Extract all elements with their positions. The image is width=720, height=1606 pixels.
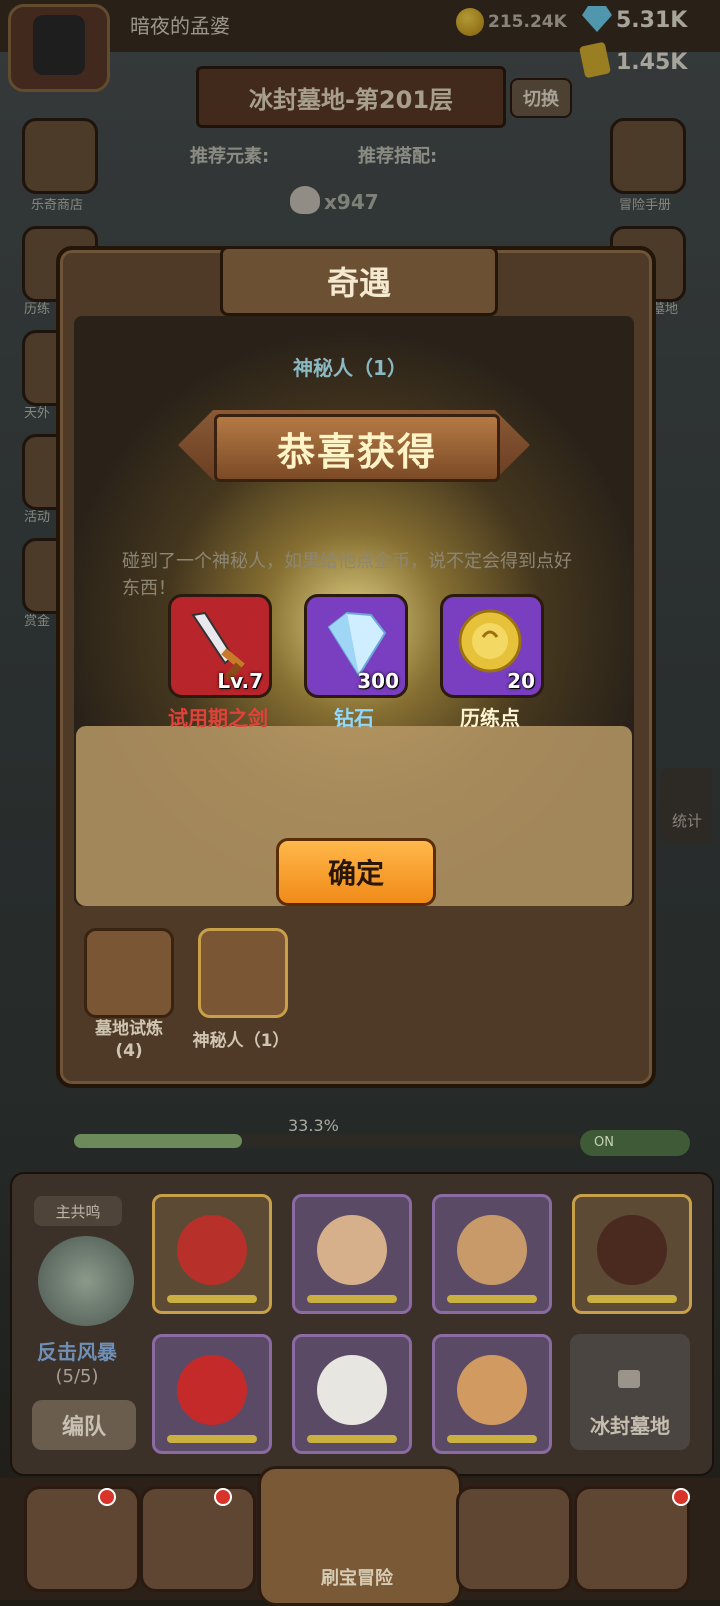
notification-dot	[672, 1488, 690, 1506]
skill-name: 反击风暴	[37, 1340, 117, 1364]
dialog-title: 奇遇	[220, 246, 498, 316]
hero-card[interactable]	[152, 1194, 272, 1314]
hero-card[interactable]	[152, 1334, 272, 1454]
reward-diamond-count: 300	[357, 669, 399, 693]
event-tile-mystery[interactable]	[198, 928, 288, 1018]
skill-count: (5/5)	[55, 1366, 99, 1387]
progress-percent: 33.3%	[288, 1116, 339, 1135]
event-tile-tomb-trial[interactable]	[84, 928, 174, 1018]
nav-adventure-label: 刷宝冒险	[321, 1568, 393, 1589]
hero-dark-icon	[597, 1215, 667, 1285]
reward-medal-name: 历练点	[460, 706, 520, 730]
team-edit-button[interactable]: 编队	[32, 1400, 136, 1450]
reward-diamond[interactable]: 300	[304, 594, 408, 698]
auto-toggle[interactable]: ON	[580, 1130, 690, 1156]
hero-turban-icon	[457, 1215, 527, 1285]
lock-icon	[618, 1370, 640, 1388]
hero-bar	[167, 1435, 257, 1443]
event-label-tomb-trial: 墓地试炼 (4)	[95, 1019, 163, 1061]
hero-girl-icon	[317, 1355, 387, 1425]
reward-sword[interactable]: Lv.7	[168, 594, 272, 698]
hero-card[interactable]	[432, 1334, 552, 1454]
locked-slot-label: 冰封墓地	[590, 1414, 670, 1438]
hero-fighter-icon	[457, 1355, 527, 1425]
reward-diamond-name: 钻石	[334, 706, 374, 730]
hero-bar	[447, 1295, 537, 1303]
event-label-mystery: 神秘人（1）	[192, 1031, 290, 1051]
hero-card[interactable]	[292, 1194, 412, 1314]
hero-bar	[447, 1435, 537, 1443]
confirm-button[interactable]: 确定	[276, 838, 436, 906]
hero-card[interactable]	[572, 1194, 692, 1314]
reward-medal-count: 20	[507, 669, 535, 693]
nav-chest-button[interactable]	[456, 1486, 572, 1592]
hero-demon-icon	[177, 1215, 247, 1285]
hero-bar	[307, 1435, 397, 1443]
nav-hero-button[interactable]	[140, 1486, 256, 1592]
event-name: 神秘人（1）	[293, 356, 407, 380]
hero-man-icon	[317, 1215, 387, 1285]
reward-sword-level: Lv.7	[217, 669, 263, 693]
hero-bar	[167, 1295, 257, 1303]
hero-imp-icon	[177, 1355, 247, 1425]
hero-card[interactable]	[292, 1334, 412, 1454]
notification-dot	[98, 1488, 116, 1506]
progress-fill	[74, 1134, 243, 1148]
resonance-emblem-icon[interactable]	[38, 1236, 134, 1326]
congrats-title: 恭喜获得	[214, 414, 500, 482]
reward-medal[interactable]: 20	[440, 594, 544, 698]
nav-shop-button[interactable]	[24, 1486, 140, 1592]
hero-bar	[587, 1295, 677, 1303]
reward-sword-name: 试用期之剑	[168, 706, 268, 730]
hero-bar	[307, 1295, 397, 1303]
hero-card[interactable]	[432, 1194, 552, 1314]
resonance-tag: 主共鸣	[34, 1196, 122, 1226]
notification-dot	[214, 1488, 232, 1506]
